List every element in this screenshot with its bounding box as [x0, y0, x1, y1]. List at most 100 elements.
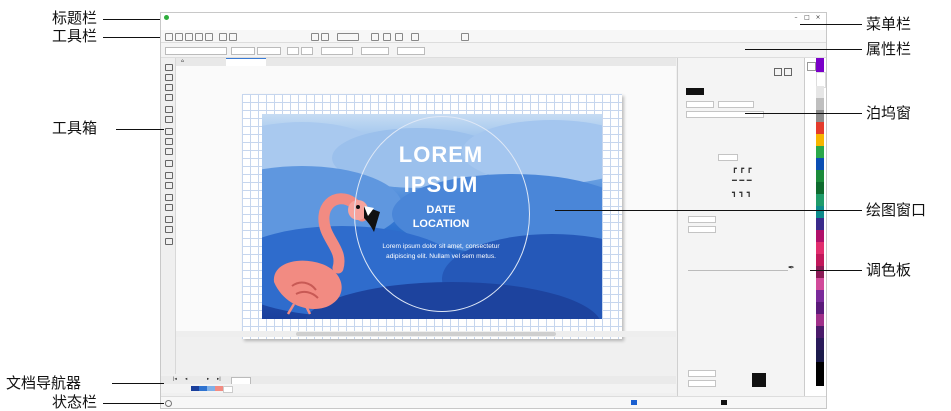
- units-select[interactable]: [321, 47, 353, 55]
- color-swatch[interactable]: [816, 134, 824, 146]
- options-icon[interactable]: [461, 33, 469, 41]
- page-height-field[interactable]: [257, 47, 281, 55]
- color-swatch[interactable]: [816, 146, 824, 158]
- color-swatch[interactable]: [816, 362, 824, 386]
- artistic-media-tool-icon[interactable]: [165, 116, 173, 123]
- horizontal-scrollbar[interactable]: [176, 331, 676, 337]
- doc-color-swatch[interactable]: [207, 386, 215, 391]
- page-width-field[interactable]: [231, 47, 255, 55]
- last-page-button[interactable]: ▸|: [217, 376, 221, 384]
- corner-joins-icon[interactable]: ┏ ┏ ┏: [732, 164, 752, 173]
- doc-color-swatch[interactable]: [191, 386, 199, 391]
- arrow-start-select[interactable]: [688, 216, 716, 223]
- ellipse-tool-icon[interactable]: [165, 138, 173, 145]
- color-swatch[interactable]: [816, 302, 824, 314]
- color-swatch[interactable]: [816, 350, 824, 362]
- location-text[interactable]: LOCATION: [357, 218, 525, 230]
- color-swatch[interactable]: [816, 254, 824, 266]
- maximize-icon[interactable]: □: [803, 13, 811, 22]
- portrait-button[interactable]: [287, 47, 299, 55]
- drawing-window[interactable]: LOREM IPSUM DATE LOCATION Lorem ipsum do…: [176, 66, 676, 339]
- transparency-field[interactable]: [688, 370, 716, 377]
- import-icon[interactable]: [311, 33, 319, 41]
- doc-color-swatch[interactable]: [199, 386, 207, 391]
- color-swatch[interactable]: [816, 242, 824, 254]
- undo-icon[interactable]: [219, 33, 227, 41]
- outline-color-swatch[interactable]: [686, 88, 704, 95]
- color-swatch[interactable]: [816, 206, 824, 218]
- prev-page-button[interactable]: ◂: [185, 376, 187, 384]
- arrow-end-select[interactable]: [688, 226, 716, 233]
- headline-lorem[interactable]: LOREM: [357, 142, 525, 168]
- no-color-swatch[interactable]: [807, 62, 816, 71]
- save-icon[interactable]: [185, 33, 193, 41]
- fill-color-swatch[interactable]: [752, 373, 766, 387]
- next-page-button[interactable]: ▸: [207, 376, 209, 384]
- outline-width-field[interactable]: [686, 101, 714, 108]
- grid-icon[interactable]: [395, 33, 403, 41]
- eyedropper-tool-icon[interactable]: [165, 216, 173, 223]
- color-swatch[interactable]: [816, 182, 824, 194]
- scroll-thumb[interactable]: [296, 332, 556, 336]
- color-swatch[interactable]: [816, 338, 824, 350]
- poster-artwork[interactable]: LOREM IPSUM DATE LOCATION Lorem ipsum do…: [262, 114, 602, 319]
- minimize-icon[interactable]: –: [792, 13, 800, 22]
- landscape-button[interactable]: [301, 47, 313, 55]
- outline-swatch[interactable]: [721, 400, 727, 405]
- nudge-distance-field[interactable]: [361, 47, 389, 55]
- color-swatch[interactable]: [816, 290, 824, 302]
- full-screen-icon[interactable]: [371, 33, 379, 41]
- headline-ipsum[interactable]: IPSUM: [357, 172, 525, 198]
- color-swatch[interactable]: [816, 170, 824, 182]
- color-swatch[interactable]: [816, 194, 824, 206]
- color-swatch[interactable]: [816, 278, 824, 290]
- first-page-button[interactable]: |◂: [173, 376, 177, 384]
- body-text[interactable]: Lorem ipsum dolor sit amet, consectetur …: [382, 242, 500, 262]
- export-icon[interactable]: [321, 33, 329, 41]
- color-swatch[interactable]: [816, 230, 824, 242]
- text-tool-icon[interactable]: [165, 160, 173, 167]
- doc-color-swatch[interactable]: [215, 386, 223, 391]
- redo-icon[interactable]: [229, 33, 237, 41]
- smart-fill-tool-icon[interactable]: [165, 238, 173, 245]
- zoom-level-field[interactable]: [337, 33, 359, 41]
- color-swatch[interactable]: [816, 58, 824, 72]
- line-caps-icon[interactable]: ━ ━ ━: [732, 176, 752, 185]
- overprint-field[interactable]: [688, 380, 716, 387]
- shape-tool-icon[interactable]: [165, 74, 173, 81]
- tab-welcome[interactable]: [190, 58, 226, 66]
- color-swatch[interactable]: [816, 110, 824, 122]
- page-size-select[interactable]: [165, 47, 227, 55]
- parallel-dimension-tool-icon[interactable]: [165, 172, 173, 179]
- welcome-screen-tab[interactable]: ⌂: [178, 58, 187, 66]
- crop-tool-icon[interactable]: [165, 84, 173, 91]
- interactive-fill-tool-icon[interactable]: [165, 226, 173, 233]
- calligraphy-slider[interactable]: [688, 270, 788, 271]
- color-swatch[interactable]: [816, 266, 824, 278]
- print-icon[interactable]: [195, 33, 203, 41]
- new-icon[interactable]: [165, 33, 173, 41]
- color-swatch[interactable]: [816, 218, 824, 230]
- doc-color-swatch[interactable]: [223, 386, 233, 393]
- docker-tab-icon[interactable]: [784, 68, 792, 76]
- close-icon[interactable]: ×: [814, 13, 822, 22]
- rulers-icon[interactable]: [383, 33, 391, 41]
- connector-tool-icon[interactable]: [165, 182, 173, 189]
- zoom-tool-icon[interactable]: [165, 94, 173, 101]
- docker-tab-icon[interactable]: [774, 68, 782, 76]
- polygon-tool-icon[interactable]: [165, 148, 173, 155]
- cut-icon[interactable]: [205, 33, 213, 41]
- open-icon[interactable]: [175, 33, 183, 41]
- drawing-page[interactable]: LOREM IPSUM DATE LOCATION Lorem ipsum do…: [242, 94, 622, 339]
- color-swatch[interactable]: [816, 86, 824, 98]
- position-icon[interactable]: ┓ ┓ ┓: [732, 188, 752, 197]
- date-text[interactable]: DATE: [357, 204, 525, 216]
- rectangle-tool-icon[interactable]: [165, 128, 173, 135]
- fill-swatch[interactable]: [631, 400, 637, 405]
- color-swatch[interactable]: [816, 158, 824, 170]
- color-swatch[interactable]: [816, 122, 824, 134]
- pick-tool-icon[interactable]: [165, 64, 173, 71]
- snap-icon[interactable]: [411, 33, 419, 41]
- color-swatch[interactable]: [816, 314, 824, 326]
- miter-limit-field[interactable]: [718, 154, 738, 161]
